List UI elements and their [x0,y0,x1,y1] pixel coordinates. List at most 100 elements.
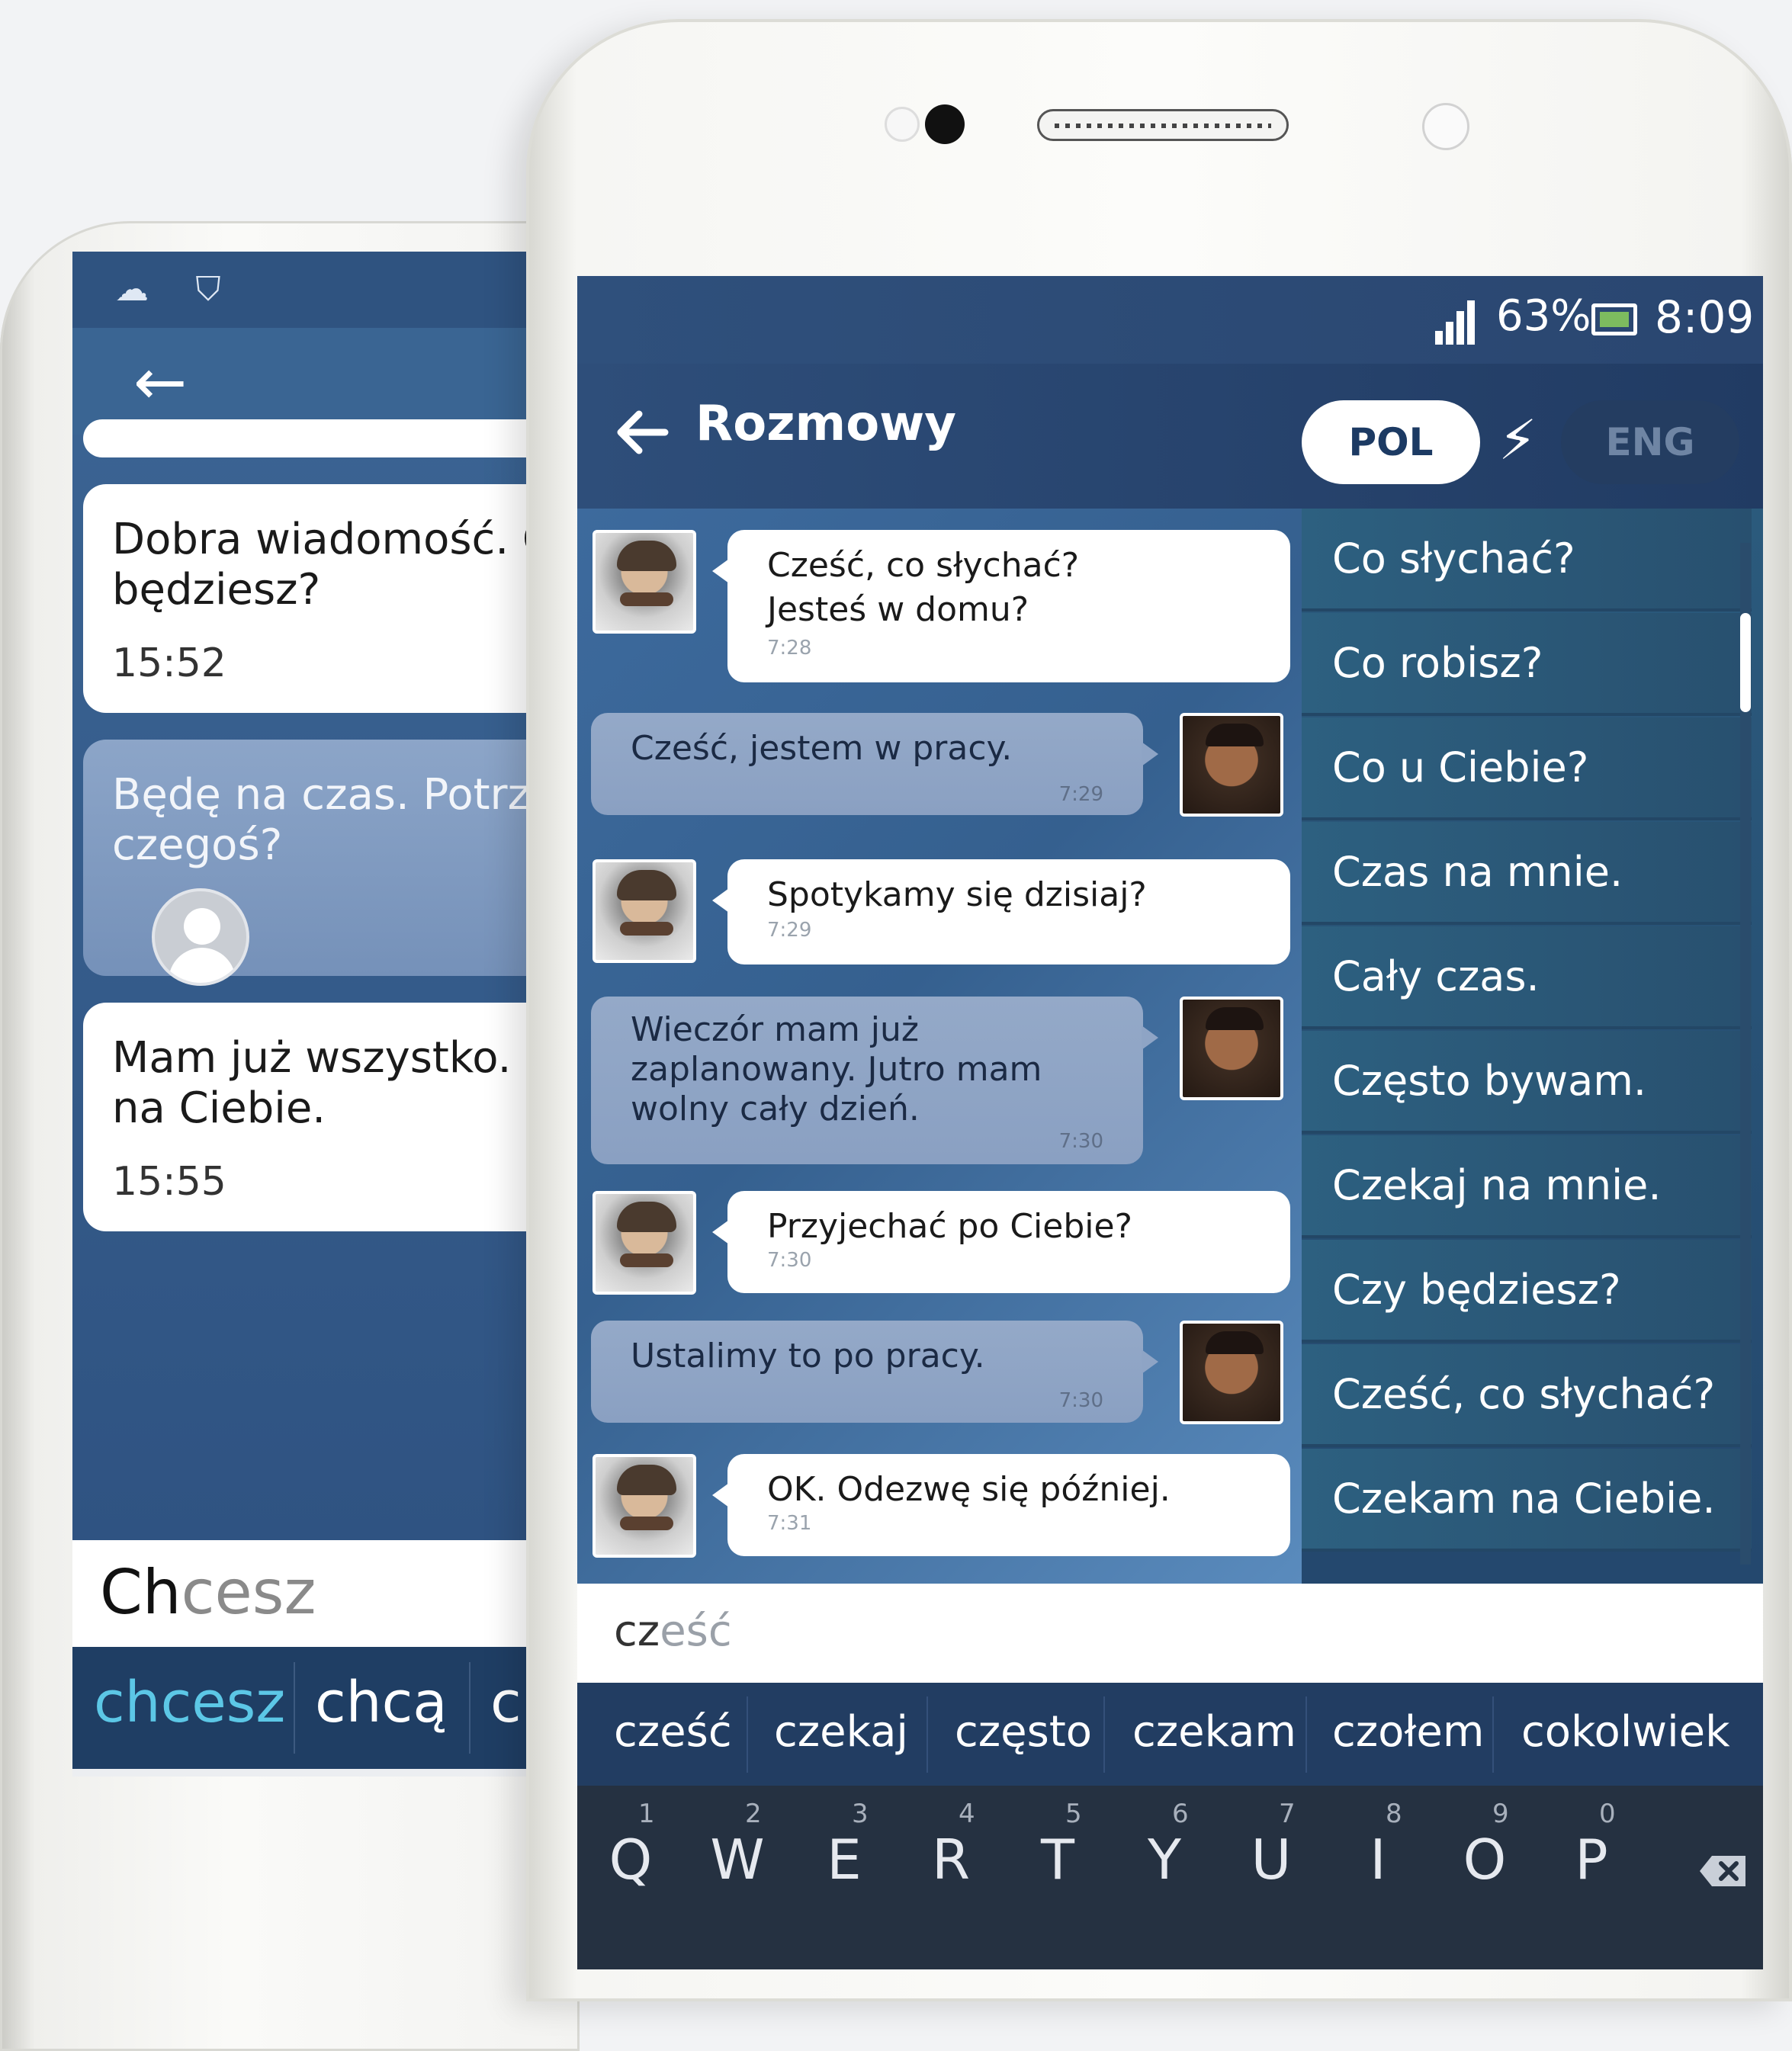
phrase-item[interactable]: Co robisz? [1302,613,1752,716]
back-phone-screen: ☁ ⛉ ← Dobra wiadomość. C będziesz? 15:52… [72,252,576,1777]
app-bar: Rozmowy POL ⚡ ENG [577,364,1763,509]
swap-language-icon[interactable]: ⚡ [1498,398,1537,482]
phrase-text: Czy będziesz? [1332,1266,1621,1314]
back-suggestion-bar: chcesz chcą ch [72,1647,576,1769]
back-app-bar: ← [72,328,576,435]
key-letter: R [931,1828,971,1892]
phrase-item[interactable]: Czy będziesz? [1302,1240,1752,1343]
key-u[interactable]: 7U [1225,1799,1317,1904]
message-bubble-sent[interactable]: Cześć, jestem w pracy. 7:29 [591,713,1158,815]
phrase-item[interactable]: Czekam na Ciebie. [1302,1449,1752,1552]
phrase-scrollbar-thumb[interactable] [1740,613,1751,712]
phrase-text: Co słychać? [1332,534,1575,583]
key-number: 6 [1172,1799,1189,1829]
keyboard: 1Q 2W 3E 4R 5T 6Y 7U 8I 9O 0P [577,1786,1763,1969]
key-letter: Y [1148,1828,1181,1892]
phrase-text: Co u Ciebie? [1332,743,1589,791]
phrase-item[interactable]: Czas na mnie. [1302,822,1752,925]
message-bubble-sent[interactable]: Wieczór mam już zaplanowany. Jutro mam w… [591,997,1158,1164]
key-e[interactable]: 3E [798,1799,890,1904]
message-text: Będę na czas. Potrze czegoś? [112,770,557,870]
message-time: 7:29 [767,919,812,942]
user-avatar [1180,713,1283,817]
phrase-item[interactable]: Cześć, co słychać? [1302,1344,1752,1447]
backspace-icon[interactable] [1698,1854,1749,1888]
suggestion-item[interactable]: cokolwiek [1521,1707,1730,1757]
typed-text: Ch [100,1557,181,1628]
message-time: 15:52 [112,640,226,686]
phrase-text: Co robisz? [1332,639,1543,687]
key-number: 5 [1065,1799,1082,1829]
key-r[interactable]: 4R [905,1799,997,1904]
phrase-text: Czekaj na mnie. [1332,1161,1662,1209]
contact-avatar [593,1454,696,1558]
key-i[interactable]: 8I [1332,1799,1424,1904]
message-time: 7:30 [1058,1130,1103,1153]
message-bubble-received[interactable]: OK. Odezwę się później. 7:31 [712,1454,1290,1556]
key-p[interactable]: 0P [1546,1799,1637,1904]
phrase-item[interactable]: Cały czas. [1302,926,1752,1029]
back-status-bar: ☁ ⛉ [72,252,576,328]
message-bubble-received[interactable]: Spotykamy się dzisiaj? 7:29 [712,859,1290,965]
suggestion-item[interactable]: często [955,1707,1092,1757]
key-number: 8 [1386,1799,1402,1829]
avatar [152,888,249,986]
divider [747,1696,748,1773]
key-letter: P [1575,1828,1608,1892]
key-letter: O [1463,1828,1507,1892]
message-input[interactable]: cześć [577,1584,1763,1683]
phrase-text: Czekam na Ciebie. [1332,1475,1716,1523]
message-text: OK. Odezwę się później. [767,1470,1171,1509]
phrase-text: Cały czas. [1332,952,1540,1000]
conversation-panel: Cześć, co słychać? Jesteś w domu? 7:28 C… [577,509,1302,1584]
language-eng-button[interactable]: ENG [1561,400,1739,484]
phrase-item[interactable]: Często bywam. [1302,1031,1752,1134]
key-letter: E [827,1828,862,1892]
phrase-text: Często bywam. [1332,1057,1647,1105]
typed-text: cz [614,1606,660,1656]
suggestion-item[interactable]: czołem [1332,1707,1484,1757]
message-text: Cześć, jestem w pracy. [631,729,1013,768]
autocomplete-text: eść [660,1606,732,1656]
suggestion-item[interactable]: chcesz [94,1670,285,1735]
key-q[interactable]: 1Q [585,1799,676,1904]
back-arrow-icon[interactable] [612,402,673,463]
back-message-list: Dobra wiadomość. C będziesz? 15:52 Będę … [72,419,576,1540]
language-pol-button[interactable]: POL [1302,400,1480,484]
key-y[interactable]: 6Y [1119,1799,1210,1904]
key-w[interactable]: 2W [692,1799,783,1904]
phrase-item[interactable]: Czekaj na mnie. [1302,1135,1752,1238]
phrase-text: Cześć, co słychać? [1332,1370,1716,1418]
divider [1492,1696,1494,1773]
front-phone-screen: 63% 8:09 Rozmowy POL ⚡ ENG Cześć, co sły… [577,276,1763,1969]
message-card: Mam już wszystko. C na Ciebie. 15:55 [83,1003,576,1231]
divider [1103,1696,1105,1773]
contact-avatar [593,859,696,963]
user-avatar [1180,997,1283,1100]
key-number: 2 [745,1799,762,1829]
suggestion-item[interactable]: chcą [315,1670,448,1735]
proximity-sensor [1422,103,1469,150]
message-time: 7:30 [767,1249,812,1272]
suggestion-item[interactable]: czekam [1132,1707,1296,1757]
key-t[interactable]: 5T [1012,1799,1103,1904]
message-bubble-sent[interactable]: Ustalimy to po pracy. 7:30 [591,1321,1158,1423]
message-bubble-received[interactable]: Cześć, co słychać? Jesteś w domu? 7:28 [712,530,1290,682]
message-card-sent: Będę na czas. Potrze czegoś? [83,740,576,986]
message-time: 7:31 [767,1512,812,1535]
divider [294,1662,295,1754]
phrase-item[interactable]: Co słychać? [1302,509,1752,611]
key-number: 0 [1599,1799,1616,1829]
front-camera-dot [925,104,965,144]
phrase-suggestion-list: Co słychać? Co robisz? Co u Ciebie? Czas… [1302,509,1763,1584]
back-arrow-icon[interactable]: ← [133,348,187,416]
key-o[interactable]: 9O [1439,1799,1530,1904]
suggestion-item[interactable]: czekaj [774,1707,908,1757]
message-text: Spotykamy się dzisiaj? [767,875,1147,914]
phrase-item[interactable]: Co u Ciebie? [1302,717,1752,820]
back-message-input[interactable]: Chcesz [72,1540,576,1647]
message-bubble-received[interactable]: Przyjechać po Ciebie? 7:30 [712,1191,1290,1293]
key-letter: Q [609,1828,653,1892]
message-text: Dobra wiadomość. C będziesz? [112,515,552,615]
suggestion-item[interactable]: cześć [614,1707,732,1757]
